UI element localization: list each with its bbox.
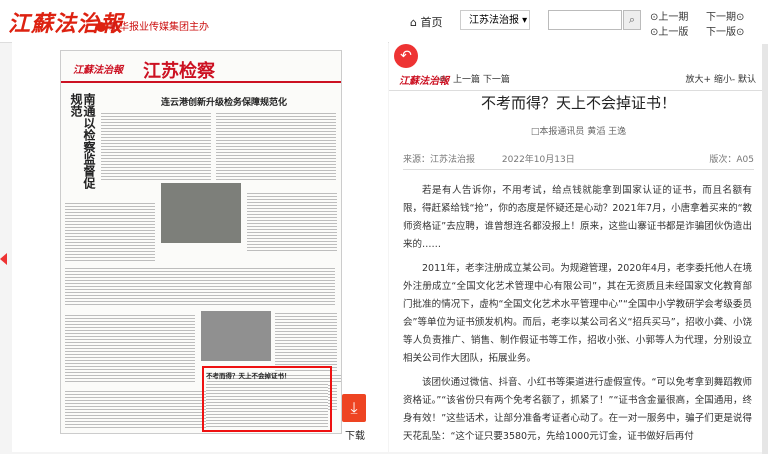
zoom-out-button[interactable]: 缩小- (714, 75, 735, 85)
scrollbar[interactable] (762, 44, 768, 454)
newspaper-headline-1[interactable]: 连云港创新升级检务保障规范化 (161, 95, 287, 108)
newspaper-section-title: 江苏检察 (143, 61, 215, 82)
newspaper-logo: 江蘇法治報 (73, 65, 123, 76)
next-issue-link[interactable]: 下一期⊙ (706, 8, 744, 23)
publisher-subtitle: 新华报业传媒集团主办 (96, 18, 209, 33)
publisher-logo-icon (96, 22, 106, 32)
text-column (101, 111, 211, 181)
circle-icon: ⊙ (439, 74, 446, 83)
prev-issue-link[interactable]: ⊙上一期 (650, 8, 688, 23)
prev-page-link[interactable]: ⊙上一版 (650, 23, 688, 38)
article-toolbar: 江蘇法治報 ⊙ 上一篇 下一篇 放大+ 缩小- 默认 (389, 68, 768, 91)
newspaper-select[interactable]: 江苏法治报 ▾ (460, 10, 530, 30)
prev-page-arrow-icon[interactable] (0, 253, 7, 265)
search-icon[interactable]: ⌕ (623, 10, 641, 30)
newspaper-headline-2[interactable]: 南通以检察监督促规范 (65, 93, 96, 193)
pdf-download-icon[interactable]: ⤓ (342, 394, 366, 422)
zoom-in-button[interactable]: 放大+ (685, 75, 711, 85)
back-icon[interactable]: ↶ (394, 44, 418, 68)
text-column (216, 111, 336, 181)
article-paragraph: 若是有人告诉你，不用考试，给点钱就能拿到国家认证的证书，而且名额有限，得赶紧给钱… (403, 185, 752, 250)
home-icon: ⌂ (410, 16, 421, 29)
article-paragraph: 该团伙通过微信、抖音、小红书等渠道进行虚假宣传。“可以免考拿到舞蹈教师资格证。”… (403, 377, 752, 442)
top-header: 江蘇法治報 新华报业传媒集团主办 ⌂ 首页 江苏法治报 ▾ ⌕ ⊙上一期 下一期… (0, 0, 768, 43)
article-date: 2022年10月13日 (501, 155, 575, 165)
article-body: 若是有人告诉你，不用考试，给点钱就能拿到国家认证的证书，而且名额有限，得赶紧给钱… (403, 182, 752, 452)
text-column (206, 382, 328, 428)
text-column (65, 313, 195, 383)
article-paragraph: 2011年，老李注册成立某公司。为规避管理，2020年4月，老李委托他人在境外注… (403, 263, 752, 364)
next-article-link[interactable]: 下一篇 (483, 75, 510, 85)
text-column (65, 201, 155, 261)
download-label[interactable]: 下载 (345, 427, 365, 442)
text-column (65, 266, 335, 306)
article-title: 不考而得？天上不会掉证书！ (480, 94, 676, 112)
text-column (247, 191, 337, 251)
article-byline: □本报通讯员 黄滔 王逸 (530, 127, 627, 137)
publisher-text: 新华报业传媒集团主办 (109, 22, 209, 33)
zoom-controls: 放大+ 缩小- 默认 (685, 72, 756, 85)
home-label: 首页 (420, 16, 443, 29)
news-photo (201, 311, 271, 361)
selected-article-highlight[interactable]: 不考而得？天上不会掉证书！ (202, 366, 332, 432)
zoom-default-button[interactable]: 默认 (738, 75, 756, 85)
next-page-link[interactable]: 下一版⊙ (706, 23, 744, 38)
article-source: 来源：江苏法治报 (403, 155, 476, 165)
search-input[interactable] (548, 10, 622, 30)
article-nav: 上一篇 下一篇 (453, 72, 510, 85)
highlighted-article-title: 不考而得？天上不会掉证书！ (206, 372, 291, 380)
divider (61, 81, 341, 83)
article-panel: 江蘇法治報 ⊙ 上一篇 下一篇 放大+ 缩小- 默认 不考而得？天上不会掉证书！… (389, 42, 768, 452)
home-link[interactable]: ⌂ 首页 (410, 14, 442, 30)
prev-article-link[interactable]: 上一篇 (453, 75, 480, 85)
article-edition: 版次：A05 (709, 155, 754, 165)
article-meta: 来源：江苏法治报 2022年10月13日 版次：A05 (403, 152, 754, 170)
news-photo (161, 183, 241, 243)
